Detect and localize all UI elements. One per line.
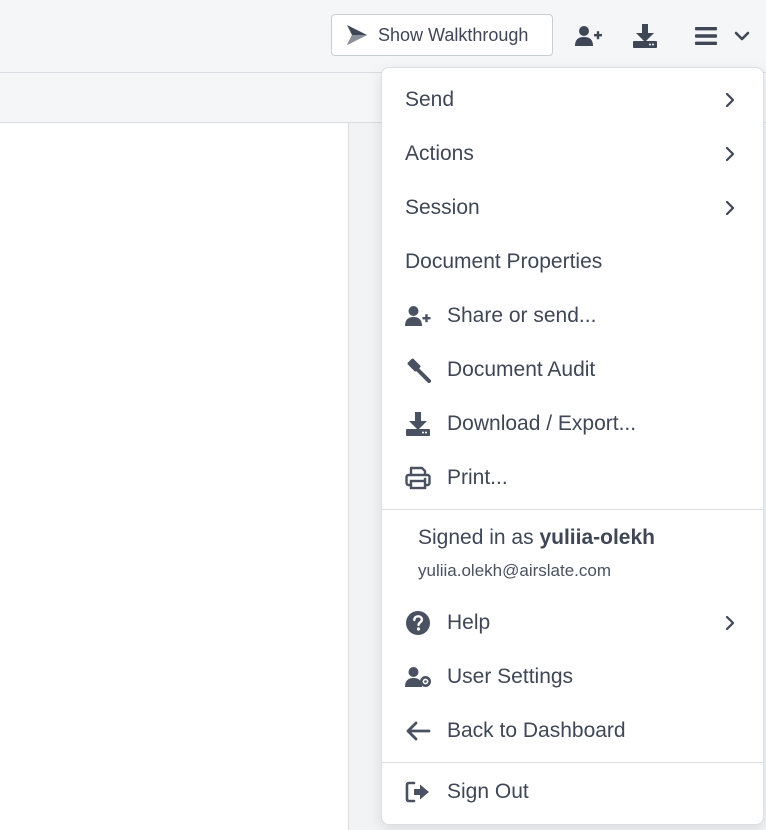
menu-item-help[interactable]: Help [382, 596, 763, 650]
menu-divider [382, 762, 763, 763]
menu-item-label: User Settings [447, 665, 574, 688]
download-icon [404, 410, 432, 438]
chevron-right-icon [721, 614, 739, 632]
arrow-left-icon [404, 717, 432, 745]
menu-divider [382, 509, 763, 510]
menu-item-sign-out[interactable]: Sign Out [382, 765, 763, 819]
add-user-icon[interactable] [574, 22, 604, 50]
menu-item-label: Print... [447, 466, 508, 489]
app-window: Show Walkthrough Send Actions Session Do… [0, 0, 766, 830]
menu-item-label: Send [405, 88, 455, 111]
document-canvas [0, 123, 349, 830]
chevron-down-icon [734, 30, 750, 42]
menu-item-label: Document Properties [405, 250, 603, 273]
menu-item-actions[interactable]: Actions [382, 127, 763, 181]
menu-item-download-export[interactable]: Download / Export... [382, 397, 763, 451]
chevron-right-icon [721, 145, 739, 163]
menu-item-label: Help [447, 611, 491, 634]
menu-item-label: Session [405, 196, 480, 219]
share-user-icon [404, 302, 432, 330]
gavel-icon [404, 356, 432, 384]
chevron-right-icon [721, 91, 739, 109]
menu-item-document-properties[interactable]: Document Properties [382, 235, 763, 289]
main-menu-button[interactable] [694, 22, 750, 50]
chevron-right-icon [721, 199, 739, 217]
show-walkthrough-label: Show Walkthrough [378, 24, 529, 45]
menu-item-share[interactable]: Share or send... [382, 289, 763, 343]
download-icon[interactable] [631, 22, 659, 50]
user-settings-icon [404, 663, 432, 691]
menu-item-user-settings[interactable]: User Settings [382, 650, 763, 704]
top-header: Show Walkthrough [0, 0, 766, 73]
printer-icon [404, 464, 432, 492]
menu-item-label: Sign Out [447, 780, 529, 803]
menu-item-label: Document Audit [447, 358, 596, 381]
main-dropdown-menu: Send Actions Session Document Properties [381, 67, 764, 825]
menu-item-label: Download / Export... [447, 412, 637, 435]
walkthrough-icon [345, 24, 369, 46]
signed-in-username: yuliia-olekh [539, 526, 655, 549]
help-circle-icon [404, 609, 432, 637]
menu-item-send[interactable]: Send [382, 73, 763, 127]
menu-item-label: Share or send... [447, 304, 597, 327]
menu-item-label: Back to Dashboard [447, 719, 626, 742]
menu-item-back-to-dashboard[interactable]: Back to Dashboard [382, 704, 763, 758]
sign-out-icon [404, 778, 432, 806]
signed-in-prefix: Signed in as [418, 526, 534, 549]
menu-item-session[interactable]: Session [382, 181, 763, 235]
show-walkthrough-button[interactable]: Show Walkthrough [331, 14, 553, 56]
account-email: yuliia.olekh@airslate.com [418, 561, 612, 580]
menu-item-print[interactable]: Print... [382, 451, 763, 505]
signed-in-text: Signed in as yuliia-olekh [418, 526, 655, 550]
hamburger-menu-icon [694, 25, 718, 47]
menu-item-label: Actions [405, 142, 474, 165]
menu-item-document-audit[interactable]: Document Audit [382, 343, 763, 397]
